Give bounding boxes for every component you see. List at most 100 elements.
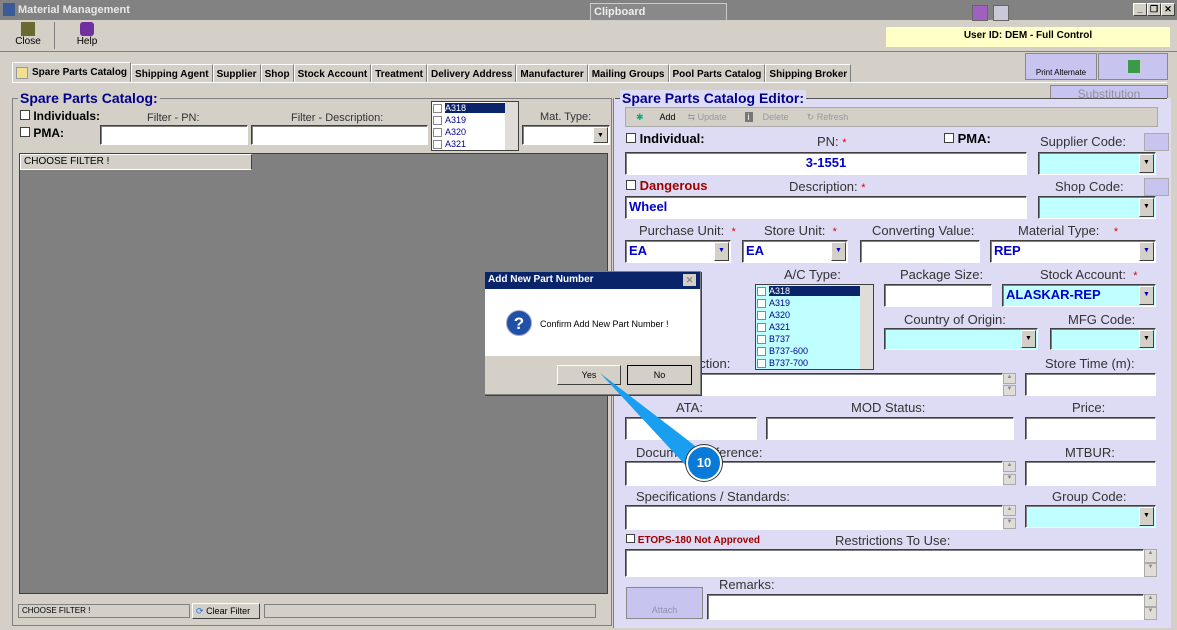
- mat-type-label: Mat. Type:: [540, 111, 592, 123]
- chevron-down-icon[interactable]: ▼: [1139, 286, 1154, 305]
- scroll-down-icon[interactable]: ▼: [1003, 474, 1016, 485]
- mtbur-label: MTBUR:: [1065, 445, 1115, 460]
- purchase-unit-select[interactable]: EA ▼: [625, 240, 731, 263]
- country-of-origin-select[interactable]: ▼: [884, 328, 1038, 350]
- chevron-down-icon[interactable]: ▼: [831, 242, 846, 261]
- add-button[interactable]: ✱ Add: [636, 112, 676, 123]
- folder-icon[interactable]: [972, 5, 988, 21]
- etops-checkbox[interactable]: ETOPS-180 Not Approved: [626, 534, 760, 546]
- filter-pn-input[interactable]: [100, 125, 248, 145]
- description-input[interactable]: Wheel: [625, 196, 1027, 219]
- tab-delivery-address[interactable]: Delivery Address: [427, 64, 517, 83]
- chevron-down-icon[interactable]: ▼: [1139, 330, 1154, 348]
- pma-checkbox[interactable]: PMA:: [20, 126, 64, 140]
- supplier-code-lookup-button[interactable]: [1144, 133, 1169, 151]
- tab-spare-parts-catalog[interactable]: Spare Parts Catalog: [12, 62, 132, 83]
- scroll-up-icon[interactable]: ▲: [1003, 461, 1016, 472]
- scroll-up-icon[interactable]: ▲: [1144, 594, 1157, 607]
- scroll-down-icon[interactable]: ▼: [1144, 607, 1157, 620]
- pma-checkbox[interactable]: PMA:: [944, 131, 991, 146]
- list-item[interactable]: A320: [756, 309, 873, 321]
- mat-type-select[interactable]: ▼: [522, 125, 610, 145]
- remarks-input[interactable]: [707, 594, 1144, 620]
- store-time-input[interactable]: [1025, 373, 1156, 396]
- tab-treatment[interactable]: Treatment: [371, 64, 428, 83]
- chevron-down-icon[interactable]: ▼: [593, 127, 608, 143]
- help-button[interactable]: Help: [62, 20, 112, 51]
- scroll-up-icon[interactable]: ▲: [1003, 505, 1016, 516]
- clear-filter-label: Clear Filter: [206, 606, 251, 616]
- material-type-select[interactable]: REP ▼: [990, 240, 1156, 263]
- list-item[interactable]: A319: [756, 297, 873, 309]
- tab-shop[interactable]: Shop: [260, 64, 294, 83]
- tab-shipping-broker[interactable]: Shipping Broker: [765, 64, 852, 83]
- scroll-up-icon[interactable]: ▲: [1144, 549, 1157, 563]
- individuals-checkbox[interactable]: Individuals:: [20, 109, 100, 123]
- group-code-select[interactable]: ▼: [1025, 505, 1156, 528]
- converting-value-input[interactable]: [860, 240, 980, 263]
- chevron-down-icon[interactable]: ▼: [1139, 154, 1154, 173]
- price-input[interactable]: [1025, 417, 1156, 440]
- stock-account-label: Stock Account: *: [1040, 267, 1138, 282]
- store-unit-select[interactable]: EA ▼: [742, 240, 848, 263]
- tab-stock-account[interactable]: Stock Account: [293, 64, 372, 83]
- chevron-down-icon[interactable]: ▼: [1021, 330, 1036, 348]
- restrictions-input[interactable]: [625, 549, 1144, 577]
- window-title: Material Management: [18, 4, 130, 16]
- individual-checkbox[interactable]: Individual:: [626, 131, 705, 146]
- shop-code-lookup-button[interactable]: [1144, 178, 1169, 196]
- list-item[interactable]: B737-700: [756, 357, 873, 369]
- list-item[interactable]: B737: [756, 333, 873, 345]
- clipboard-button[interactable]: Clipboard: [590, 3, 727, 21]
- delete-label: Delete: [762, 112, 789, 122]
- dialog-close-button[interactable]: ✕: [683, 274, 696, 286]
- filter-description-input[interactable]: [251, 125, 428, 145]
- supplier-code-select[interactable]: ▼: [1038, 152, 1156, 175]
- chevron-down-icon[interactable]: ▼: [1139, 198, 1154, 217]
- excel-icon: [1127, 59, 1141, 74]
- update-button[interactable]: ⇆ Update: [688, 112, 727, 123]
- excel-export-button[interactable]: [1098, 53, 1168, 80]
- tab-mailing-groups[interactable]: Mailing Groups: [587, 64, 669, 83]
- shop-code-select[interactable]: ▼: [1038, 196, 1156, 219]
- clear-filter-button[interactable]: ⟳ Clear Filter: [192, 603, 260, 619]
- chevron-down-icon[interactable]: ▼: [1139, 507, 1154, 526]
- pn-input[interactable]: 3-1551: [625, 152, 1027, 175]
- scroll-up-icon[interactable]: ▲: [1003, 373, 1016, 384]
- ac-filter-list[interactable]: A318 A319 A320 A321: [431, 101, 519, 151]
- delete-button[interactable]: i Delete: [744, 112, 789, 122]
- mtbur-input[interactable]: [1025, 461, 1156, 486]
- chevron-down-icon[interactable]: ▼: [1139, 242, 1154, 261]
- tab-manufacturer[interactable]: Manufacturer: [516, 64, 588, 83]
- print-alternate-button[interactable]: Print Alternate: [1025, 53, 1097, 80]
- store-unit-label: Store Unit: *: [764, 223, 837, 238]
- mfg-code-select[interactable]: ▼: [1050, 328, 1156, 350]
- stock-account-select[interactable]: ALASKAR-REP ▼: [1002, 284, 1156, 307]
- minimize-button[interactable]: _: [1133, 3, 1147, 16]
- scrollbar[interactable]: [505, 102, 518, 150]
- list-item[interactable]: A321: [756, 321, 873, 333]
- divider: [54, 22, 55, 49]
- attach-button[interactable]: Attach: [626, 587, 703, 619]
- ac-type-list[interactable]: A318 A319 A320 A321 B737 B737-600 B737-7…: [755, 284, 874, 370]
- specifications-input[interactable]: [625, 505, 1003, 530]
- tab-supplier[interactable]: Supplier: [212, 64, 261, 83]
- mod-status-input[interactable]: [766, 417, 1014, 440]
- package-size-input[interactable]: [884, 284, 992, 307]
- dangerous-checkbox[interactable]: Dangerous: [626, 178, 708, 193]
- tab-shipping-agent[interactable]: Shipping Agent: [131, 64, 213, 83]
- chevron-down-icon[interactable]: ▼: [714, 242, 729, 261]
- list-item[interactable]: B737-600: [756, 345, 873, 357]
- price-label: Price:: [1072, 400, 1106, 415]
- restore-button[interactable]: ❐: [1147, 3, 1161, 16]
- close-window-button[interactable]: ✕: [1161, 3, 1175, 16]
- tab-pool-parts-catalog[interactable]: Pool Parts Catalog: [668, 64, 766, 83]
- refresh-button[interactable]: ↻ Refresh: [807, 112, 849, 123]
- scroll-down-icon[interactable]: ▼: [1003, 518, 1016, 529]
- chart-icon[interactable]: [993, 5, 1009, 21]
- scrollbar[interactable]: [860, 285, 873, 369]
- close-button[interactable]: Close: [4, 20, 52, 51]
- scroll-down-icon[interactable]: ▼: [1144, 563, 1157, 577]
- list-item[interactable]: A318: [756, 285, 873, 297]
- scroll-down-icon[interactable]: ▼: [1003, 385, 1016, 396]
